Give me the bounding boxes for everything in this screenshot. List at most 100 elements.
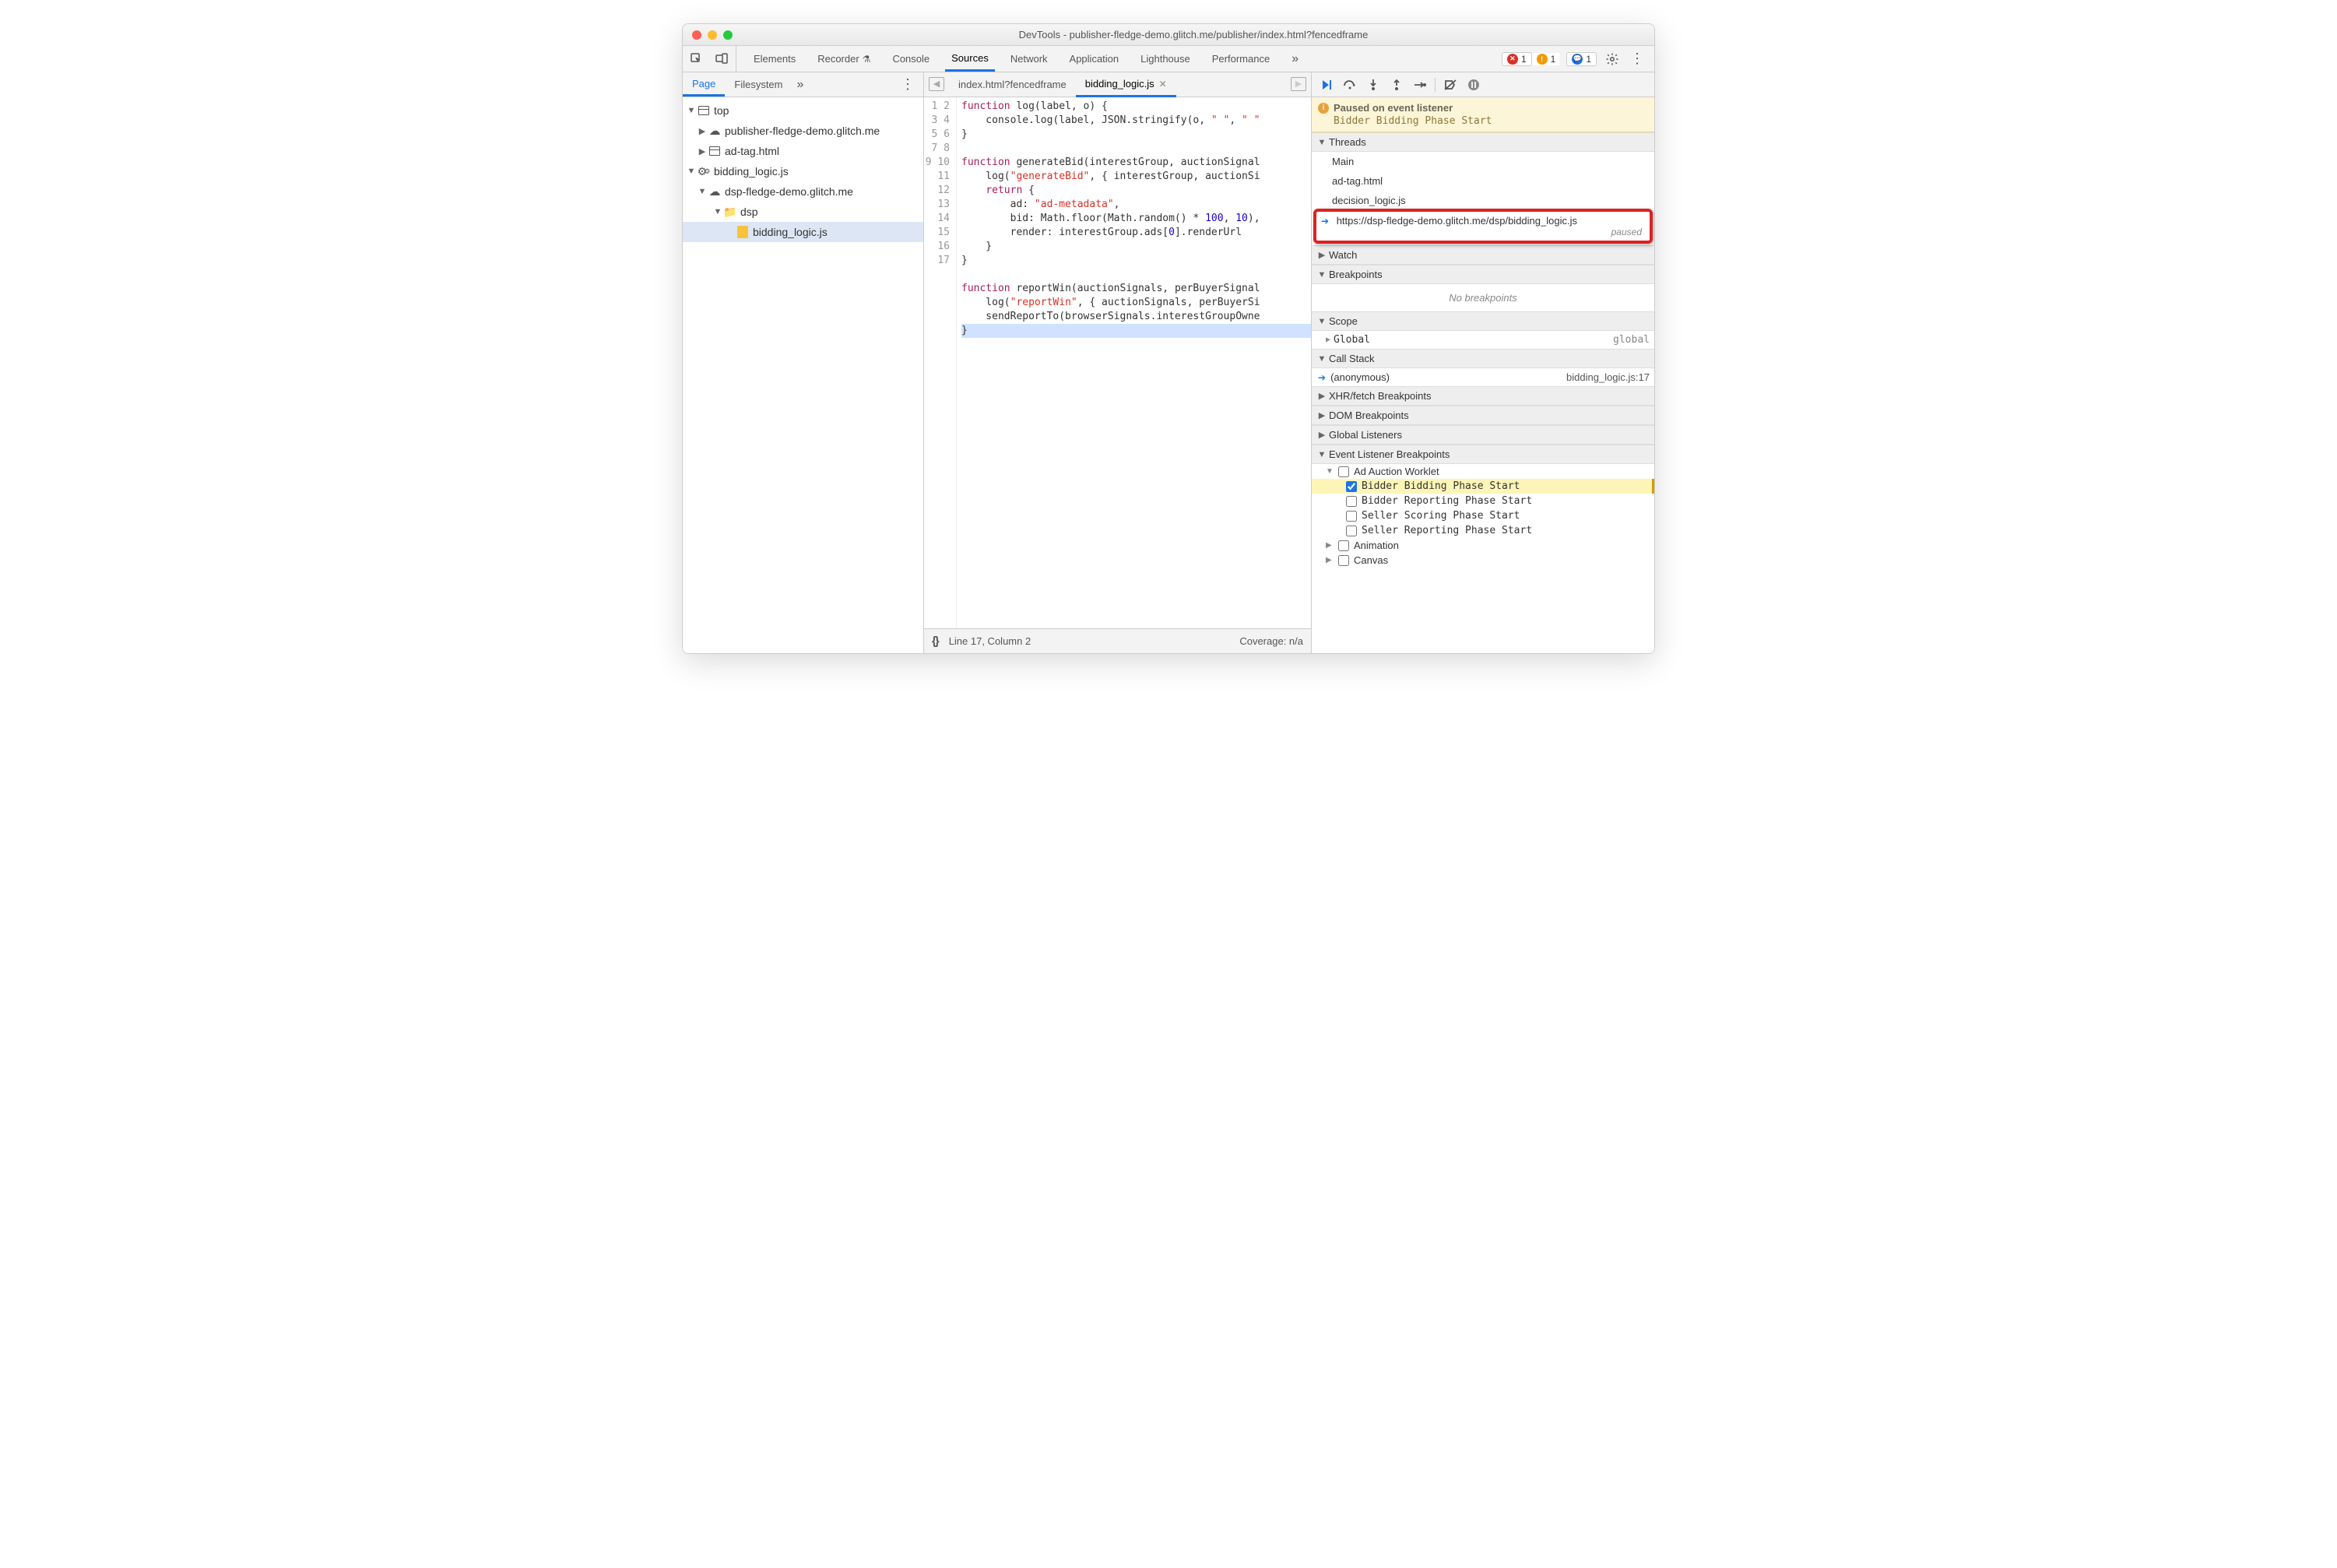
- editor-tab-bidding-logic[interactable]: bidding_logic.js✕: [1076, 72, 1176, 97]
- thread-item[interactable]: Main: [1312, 152, 1654, 171]
- editor-tabs: ◀ index.html?fencedframe bidding_logic.j…: [924, 72, 1311, 97]
- breakpoint-checkbox[interactable]: [1346, 496, 1357, 507]
- deactivate-breakpoints-icon[interactable]: [1442, 76, 1459, 93]
- elbp-category[interactable]: ▶ Animation: [1312, 538, 1654, 553]
- disclosure-triangle-icon: ▼: [1326, 467, 1334, 476]
- messages-badge[interactable]: 💬1: [1566, 52, 1597, 66]
- tree-label: bidding_logic.js: [753, 226, 828, 238]
- editor-pane: ◀ index.html?fencedframe bidding_logic.j…: [924, 72, 1312, 653]
- tab-network[interactable]: Network: [1004, 47, 1054, 70]
- tab-performance[interactable]: Performance: [1206, 47, 1276, 70]
- debugger-toolbar: [1312, 72, 1654, 97]
- no-breakpoints-label: No breakpoints: [1312, 284, 1654, 311]
- section-global-listeners[interactable]: ▶Global Listeners: [1312, 425, 1654, 445]
- breakpoint-checkbox[interactable]: [1346, 526, 1357, 536]
- more-tabs-icon[interactable]: »: [1285, 47, 1305, 72]
- disclosure-triangle-icon: ▼: [686, 167, 697, 176]
- section-scope[interactable]: ▼Scope: [1312, 311, 1654, 331]
- zoom-window-button[interactable]: [723, 30, 733, 40]
- tree-frame-top[interactable]: ▼ top: [683, 100, 923, 121]
- tree-label: dsp: [740, 206, 758, 218]
- step-into-icon[interactable]: [1365, 76, 1382, 93]
- navigator-tab-filesystem[interactable]: Filesystem: [725, 74, 792, 95]
- elbp-item[interactable]: Seller Reporting Phase Start: [1312, 523, 1654, 538]
- js-file-icon: [736, 226, 750, 238]
- errors-badge[interactable]: ✕1: [1502, 52, 1532, 66]
- step-over-icon[interactable]: [1341, 76, 1358, 93]
- section-dom-breakpoints[interactable]: ▶DOM Breakpoints: [1312, 406, 1654, 425]
- nav-back-icon[interactable]: ◀: [929, 77, 944, 91]
- category-checkbox[interactable]: [1338, 540, 1349, 551]
- tree-worklet[interactable]: ▼ ⚙⚙ bidding_logic.js: [683, 161, 923, 181]
- section-breakpoints[interactable]: ▼Breakpoints: [1312, 265, 1654, 284]
- tree-label: dsp-fledge-demo.glitch.me: [725, 185, 853, 198]
- tree-label: publisher-fledge-demo.glitch.me: [725, 125, 880, 137]
- thread-state: paused: [1611, 227, 1642, 237]
- nav-forward-icon[interactable]: ▶: [1291, 77, 1306, 91]
- section-threads[interactable]: ▼Threads: [1312, 132, 1654, 152]
- device-toolbar-icon[interactable]: [712, 50, 731, 69]
- window-title: DevTools - publisher-fledge-demo.glitch.…: [733, 29, 1654, 40]
- tab-sources[interactable]: Sources: [945, 47, 995, 72]
- code-content: function log(label, o) { console.log(lab…: [957, 97, 1311, 628]
- tab-recorder[interactable]: Recorder⚗: [811, 47, 877, 70]
- category-checkbox[interactable]: [1338, 555, 1349, 566]
- tree-origin-publisher[interactable]: ▶ ☁ publisher-fledge-demo.glitch.me: [683, 121, 923, 141]
- tab-elements[interactable]: Elements: [747, 47, 802, 70]
- minimize-window-button[interactable]: [708, 30, 717, 40]
- elbp-category[interactable]: ▼ Ad Auction Worklet: [1312, 464, 1654, 479]
- thread-item[interactable]: ad-tag.html: [1312, 171, 1654, 191]
- breakpoint-checkbox[interactable]: [1346, 511, 1357, 522]
- warnings-badge[interactable]: !1: [1532, 53, 1561, 65]
- inspect-element-icon[interactable]: [687, 50, 706, 69]
- tree-frame-adtag[interactable]: ▶ ad-tag.html: [683, 141, 923, 161]
- close-window-button[interactable]: [692, 30, 701, 40]
- thread-item-current[interactable]: ➔ https://dsp-fledge-demo.glitch.me/dsp/…: [1313, 209, 1653, 244]
- category-checkbox[interactable]: [1338, 466, 1349, 477]
- step-icon[interactable]: [1411, 76, 1429, 93]
- tree-folder-dsp[interactable]: ▼ 📁 dsp: [683, 202, 923, 222]
- section-xhr-breakpoints[interactable]: ▶XHR/fetch Breakpoints: [1312, 386, 1654, 406]
- navigator-tab-page[interactable]: Page: [683, 73, 725, 97]
- cursor-position: Line 17, Column 2: [949, 635, 1031, 647]
- step-out-icon[interactable]: [1388, 76, 1405, 93]
- paused-detail: Bidder Bidding Phase Start: [1334, 115, 1648, 127]
- resume-icon[interactable]: [1318, 76, 1335, 93]
- section-watch[interactable]: ▶Watch: [1312, 245, 1654, 265]
- editor-tab-index[interactable]: index.html?fencedframe: [949, 72, 1076, 97]
- navigator-menu-icon[interactable]: ⋮: [893, 76, 923, 93]
- settings-icon[interactable]: [1603, 50, 1622, 69]
- paused-banner: iPaused on event listener Bidder Bidding…: [1312, 97, 1654, 132]
- disclosure-triangle-icon: ▼: [712, 207, 723, 216]
- tab-console[interactable]: Console: [886, 47, 936, 70]
- gears-icon: ⚙⚙: [697, 165, 711, 178]
- scope-global-row[interactable]: ▶ Global global: [1312, 331, 1654, 349]
- devtools-window: DevTools - publisher-fledge-demo.glitch.…: [682, 23, 1655, 654]
- tab-lighthouse[interactable]: Lighthouse: [1134, 47, 1197, 70]
- elbp-item[interactable]: Bidder Reporting Phase Start: [1312, 494, 1654, 508]
- close-tab-icon[interactable]: ✕: [1159, 79, 1167, 90]
- stack-frame[interactable]: ➔ (anonymous) bidding_logic.js:17: [1312, 368, 1654, 386]
- debugger-pane: iPaused on event listener Bidder Bidding…: [1312, 72, 1654, 653]
- pretty-print-icon[interactable]: {}: [932, 635, 938, 648]
- elbp-item[interactable]: Bidder Bidding Phase Start: [1312, 479, 1654, 494]
- cloud-icon: ☁: [708, 185, 722, 199]
- more-menu-icon[interactable]: ⋮: [1628, 50, 1646, 69]
- tree-origin-dsp[interactable]: ▼ ☁ dsp-fledge-demo.glitch.me: [683, 181, 923, 202]
- tree-label: top: [714, 104, 729, 117]
- current-thread-arrow-icon: ➔: [1321, 216, 1329, 227]
- tab-application[interactable]: Application: [1063, 47, 1126, 70]
- section-callstack[interactable]: ▼Call Stack: [1312, 349, 1654, 368]
- code-editor[interactable]: 1 2 3 4 5 6 7 8 9 10 11 12 13 14 15 16 1…: [924, 97, 1311, 628]
- info-icon: i: [1318, 103, 1329, 114]
- line-gutter: 1 2 3 4 5 6 7 8 9 10 11 12 13 14 15 16 1…: [924, 97, 957, 628]
- tree-file-bidding-logic[interactable]: bidding_logic.js: [683, 222, 923, 242]
- section-event-listener-breakpoints[interactable]: ▼Event Listener Breakpoints: [1312, 445, 1654, 464]
- elbp-category[interactable]: ▶ Canvas: [1312, 553, 1654, 568]
- elbp-item[interactable]: Seller Scoring Phase Start: [1312, 508, 1654, 523]
- window-controls: [692, 30, 733, 40]
- pause-on-exceptions-icon[interactable]: [1465, 76, 1482, 93]
- thread-item[interactable]: decision_logic.js: [1312, 191, 1654, 210]
- navigator-more-icon[interactable]: »: [797, 78, 804, 92]
- breakpoint-checkbox[interactable]: [1346, 481, 1357, 492]
